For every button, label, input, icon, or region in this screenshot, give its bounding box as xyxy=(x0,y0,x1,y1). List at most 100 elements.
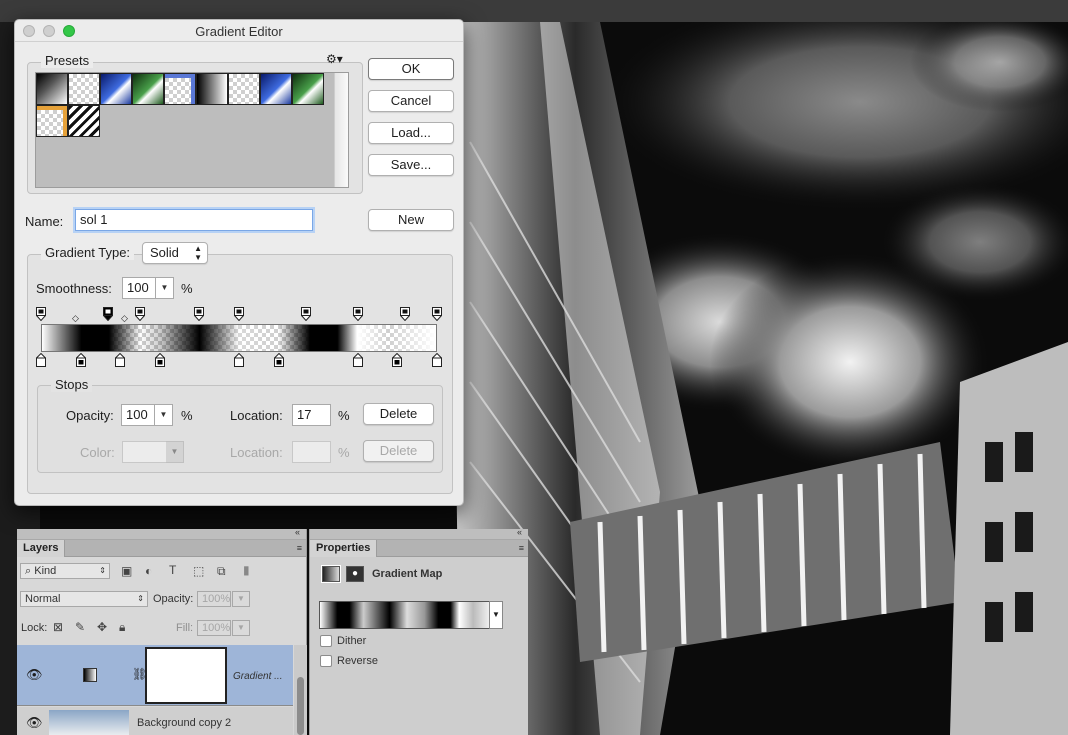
lock-transparency-icon[interactable]: ⊠ xyxy=(53,620,63,634)
gradient-type-select[interactable]: Solid ▲ ▼ xyxy=(142,242,208,264)
delete-opacity-stop-button[interactable]: Delete xyxy=(363,403,434,425)
preset-swatch[interactable] xyxy=(68,105,100,137)
color-stop[interactable] xyxy=(115,353,126,367)
tab-layers[interactable]: Layers xyxy=(17,540,66,557)
color-stop[interactable] xyxy=(36,353,46,367)
preset-swatch[interactable] xyxy=(196,73,228,105)
visibility-eye-icon[interactable]: 👁︎ xyxy=(26,715,43,731)
midpoint-diamond-icon[interactable]: ◇ xyxy=(72,313,79,324)
new-button[interactable]: New xyxy=(368,209,454,231)
layer-mask-thumbnail[interactable] xyxy=(145,647,227,704)
preset-swatch[interactable] xyxy=(68,73,100,105)
layer-name[interactable]: Background copy 2 xyxy=(137,717,231,729)
reverse-checkbox[interactable] xyxy=(320,655,332,667)
opacity-stop[interactable] xyxy=(135,307,145,321)
gear-icon[interactable]: ⚙▾ xyxy=(326,52,343,66)
kind-filter-select[interactable]: ⌕ Kind ⇕ xyxy=(20,563,110,579)
layer-row-background-copy[interactable]: 👁︎ Background copy 2 xyxy=(17,707,293,735)
opacity-stop[interactable] xyxy=(103,307,114,321)
preset-swatch[interactable] xyxy=(228,73,260,105)
dither-checkbox[interactable] xyxy=(320,635,332,647)
layers-tab-row: Layers ≡ xyxy=(17,540,306,557)
color-stop[interactable] xyxy=(352,353,363,367)
stop-opacity-input[interactable]: 100 xyxy=(121,404,155,426)
opacity-stop[interactable] xyxy=(400,307,411,321)
filter-toggle-icon[interactable]: ▮ xyxy=(243,563,250,577)
tab-properties[interactable]: Properties xyxy=(310,540,378,557)
color-stop[interactable] xyxy=(154,353,165,367)
smoothness-input[interactable]: 100 xyxy=(122,277,156,299)
opacity-stop[interactable] xyxy=(36,307,46,321)
cancel-button[interactable]: Cancel xyxy=(368,90,454,112)
color-stops-track[interactable] xyxy=(36,353,442,369)
collapse-icon[interactable]: « xyxy=(517,527,522,537)
panel-collapse-bar[interactable]: « xyxy=(17,527,306,540)
preset-swatch[interactable] xyxy=(36,105,68,137)
panel-menu-icon[interactable]: ≡ xyxy=(519,543,524,553)
fill-label: Fill: xyxy=(176,622,194,634)
layers-scrollbar[interactable] xyxy=(294,645,307,735)
lock-position-icon[interactable]: ✥ xyxy=(97,620,107,634)
gradient-preview-bar[interactable] xyxy=(41,324,437,352)
ok-button[interactable]: OK xyxy=(368,58,454,80)
name-input[interactable]: sol 1 xyxy=(75,209,313,231)
window-title: Gradient Editor xyxy=(195,24,283,39)
preset-swatch[interactable] xyxy=(36,73,68,105)
opacity-stops-track[interactable] xyxy=(36,307,442,323)
fill-input[interactable]: 100% xyxy=(197,620,231,636)
mask-icon[interactable]: ● xyxy=(346,566,364,582)
opacity-stop[interactable] xyxy=(301,307,312,321)
layer-opacity-dropdown[interactable]: ▼ xyxy=(232,591,250,607)
panel-menu-icon[interactable]: ≡ xyxy=(297,543,302,553)
save-button[interactable]: Save... xyxy=(368,154,454,176)
delete-color-stop-button[interactable]: Delete xyxy=(363,440,434,462)
color-stop[interactable] xyxy=(273,353,284,367)
opacity-stop[interactable] xyxy=(234,307,244,321)
type-filter-icon[interactable]: T xyxy=(169,563,176,577)
midpoint-diamond-icon[interactable]: ◇ xyxy=(121,313,128,324)
color-stop[interactable] xyxy=(392,353,403,367)
opacity-stop[interactable] xyxy=(352,307,363,321)
opacity-stop[interactable] xyxy=(194,307,205,321)
collapse-icon[interactable]: « xyxy=(295,527,300,537)
opacity-stop[interactable] xyxy=(432,307,442,321)
fill-dropdown[interactable]: ▼ xyxy=(232,620,250,636)
title-bar[interactable]: Gradient Editor xyxy=(15,20,463,42)
smoothness-percent: % xyxy=(181,281,193,296)
location-input[interactable]: 17 xyxy=(292,404,331,426)
layer-name[interactable]: Gradient ... xyxy=(233,671,282,682)
lock-label: Lock: xyxy=(21,622,48,634)
adjustment-filter-icon[interactable]: ◐ xyxy=(145,564,152,578)
preset-swatch[interactable] xyxy=(260,73,292,105)
gradient-map-preview[interactable] xyxy=(319,601,495,629)
shape-filter-icon[interactable]: ⬚ xyxy=(193,564,204,578)
color-location-input[interactable] xyxy=(292,441,331,463)
color-stop[interactable] xyxy=(75,353,86,367)
layer-opacity-input[interactable]: 100% xyxy=(197,591,231,607)
reverse-label: Reverse xyxy=(337,655,378,667)
visibility-eye-icon[interactable]: 👁︎ xyxy=(26,667,43,683)
preset-swatch[interactable] xyxy=(164,73,196,105)
color-stop[interactable] xyxy=(234,353,244,367)
stop-color-swatch[interactable] xyxy=(122,441,168,463)
blend-mode-select[interactable]: Normal ⇕ xyxy=(20,591,148,607)
layer-thumbnail[interactable] xyxy=(49,710,129,735)
preset-swatch[interactable] xyxy=(292,73,324,105)
load-button[interactable]: Load... xyxy=(368,122,454,144)
stop-color-dropdown[interactable]: ▼ xyxy=(166,441,184,463)
pixel-filter-icon[interactable]: ▣ xyxy=(121,564,132,578)
lock-paint-icon[interactable]: ✎ xyxy=(75,620,85,634)
presets-scrollbar[interactable] xyxy=(334,73,348,187)
stop-opacity-dropdown[interactable]: ▼ xyxy=(155,404,173,426)
layer-row-gradient-map[interactable]: 👁︎ ⛓︎ Gradient ... xyxy=(17,645,293,706)
panel-collapse-bar[interactable]: « xyxy=(310,527,528,540)
gradient-picker-dropdown[interactable]: ▼ xyxy=(489,601,503,629)
lock-all-icon[interactable]: 🔒︎ xyxy=(119,620,125,635)
preset-swatch[interactable] xyxy=(132,73,164,105)
smart-object-filter-icon[interactable]: ⧉ xyxy=(217,564,226,579)
adjustment-icon[interactable] xyxy=(321,565,341,583)
color-stop[interactable] xyxy=(432,353,442,367)
presets-grid xyxy=(35,72,349,188)
smoothness-dropdown[interactable]: ▼ xyxy=(156,277,174,299)
preset-swatch[interactable] xyxy=(100,73,132,105)
